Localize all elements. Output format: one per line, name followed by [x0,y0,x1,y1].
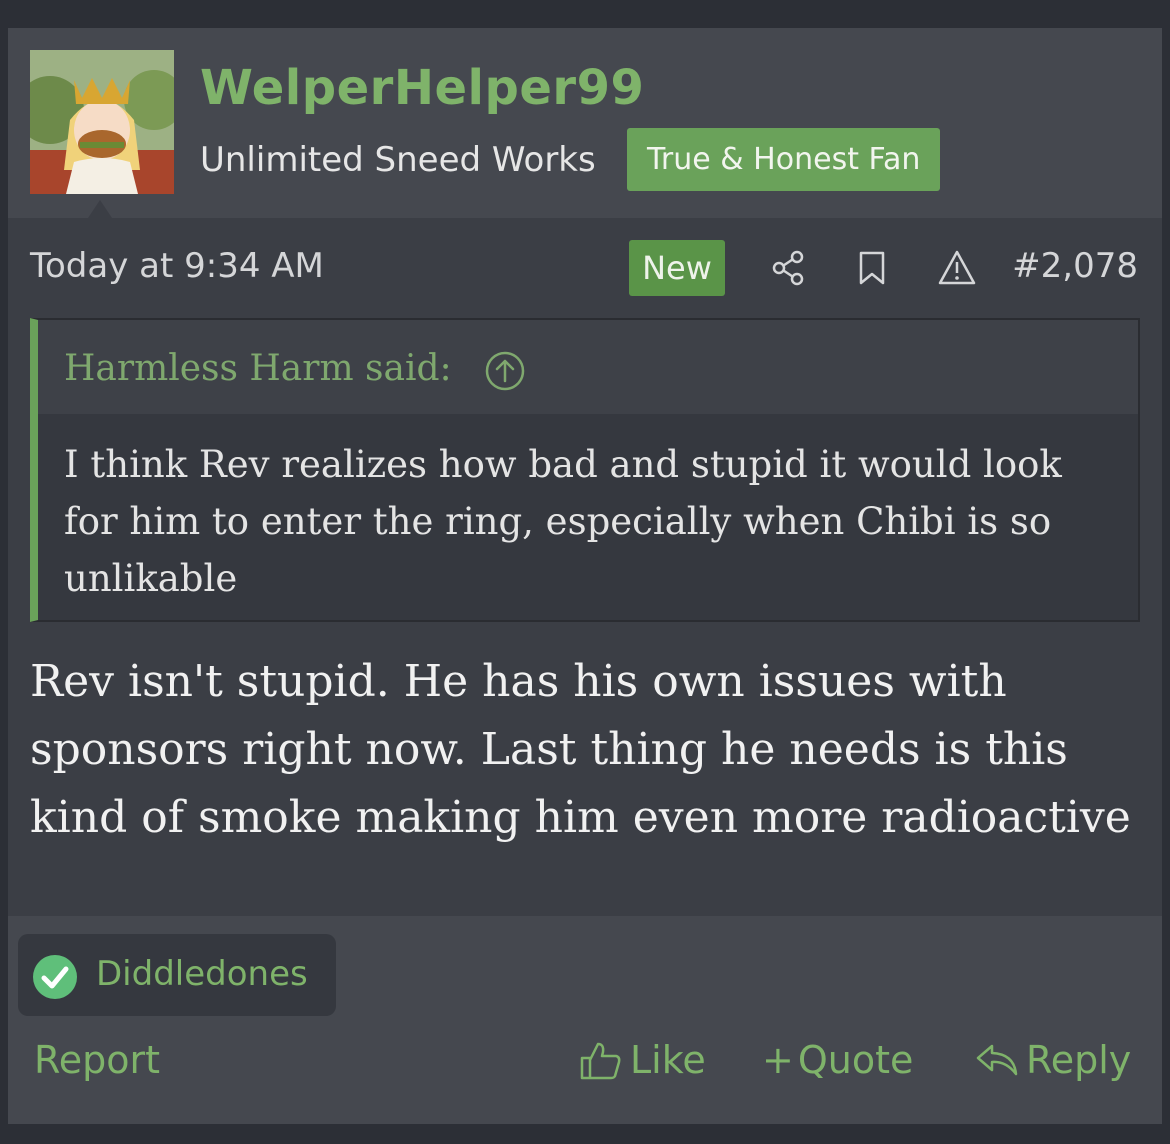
post-number-link[interactable]: #2,078 [1012,246,1138,286]
plus-icon: + [762,1038,794,1082]
quote-button[interactable]: + Quote [762,1038,913,1082]
new-badge: New [629,240,725,296]
user-title: Unlimited Sneed Works [200,140,596,180]
post-user-header: WelperHelper99 Unlimited Sneed Works Tru… [8,28,1162,218]
like-button[interactable]: Like [578,1038,706,1082]
reaction-summary[interactable]: Diddledones [18,934,336,1016]
reply-arrow-icon [976,1044,1018,1076]
bookmark-icon[interactable] [852,248,892,288]
quote-author-link[interactable]: Harmless Harm said: [64,348,452,389]
avatar-pointer [88,200,112,218]
reply-button[interactable]: Reply [974,1038,1131,1082]
reaction-user[interactable]: Diddledones [96,954,308,994]
thumbs-up-icon [580,1042,621,1080]
quote-text: I think Rev realizes how bad and stupid … [64,443,1062,600]
report-button[interactable]: Report [34,1038,160,1082]
check-circle-icon [33,955,77,999]
arrow-up-circle-icon[interactable] [484,350,526,392]
post-date-link[interactable]: Today at 9:34 AM [30,246,324,286]
share-icon[interactable] [768,248,808,288]
quote-block: Harmless Harm said: I think Rev realizes… [30,318,1140,622]
user-banner: True & Honest Fan [627,128,941,191]
like-label: Like [630,1038,706,1082]
quote-header: Harmless Harm said: [38,320,1138,414]
report-warning-icon[interactable] [937,248,977,288]
post-card: WelperHelper99 Unlimited Sneed Works Tru… [8,28,1162,1124]
reply-label: Reply [1026,1038,1132,1082]
quote-label: Quote [797,1038,914,1082]
post-message: Rev isn't stupid. He has his own issues … [30,656,1131,843]
username-link[interactable]: WelperHelper99 [200,60,644,116]
reactions-footer: Diddledones Report Like + Quote Reply [8,916,1162,1124]
avatar-image [30,50,174,194]
report-label: Report [34,1038,160,1082]
avatar[interactable] [30,50,174,194]
